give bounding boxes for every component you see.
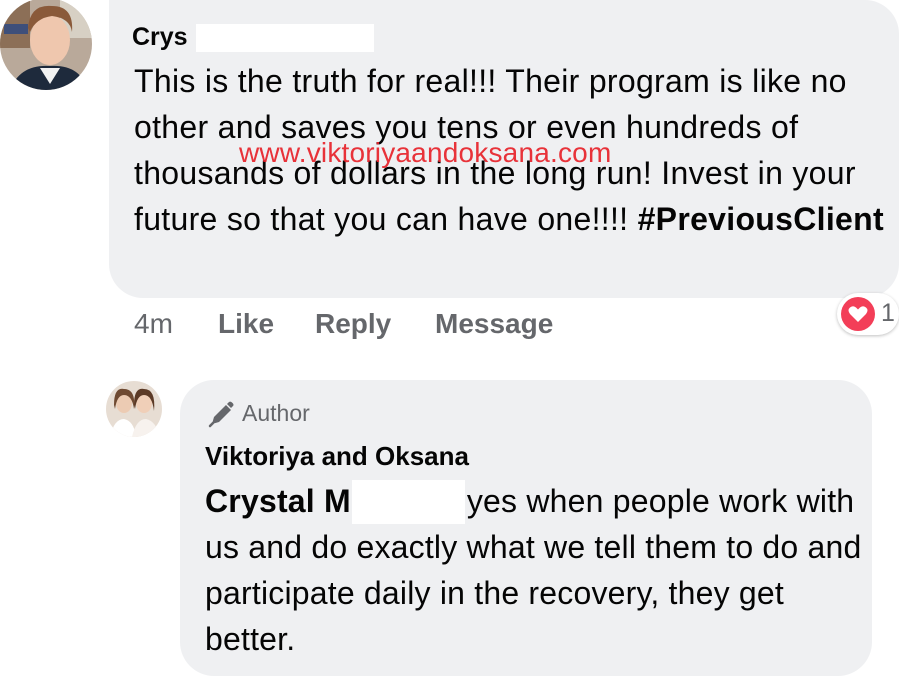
- heart-icon: [841, 297, 875, 331]
- message-button[interactable]: Message: [435, 307, 553, 341]
- reply-author-name[interactable]: Viktoriya and Oksana: [205, 441, 469, 471]
- reply-text: Crystal Myes when people work with us an…: [205, 478, 865, 662]
- commenter-avatar[interactable]: [0, 0, 92, 90]
- comment-timestamp[interactable]: 4m: [134, 307, 173, 341]
- redaction-box: [352, 480, 465, 524]
- mention-link[interactable]: Crystal M: [205, 483, 351, 519]
- reaction-count: 1: [881, 299, 895, 327]
- pencil-icon: [206, 398, 236, 433]
- redaction-box: [196, 24, 374, 52]
- author-badge-label: Author: [242, 400, 310, 426]
- comment-author-name[interactable]: Crys: [132, 22, 188, 52]
- reaction-badge[interactable]: 1: [837, 293, 899, 335]
- like-button[interactable]: Like: [218, 307, 274, 341]
- hashtag-link[interactable]: #PreviousClient: [638, 201, 884, 237]
- reply-author-avatar[interactable]: [106, 381, 162, 437]
- reply-button[interactable]: Reply: [315, 307, 391, 341]
- watermark-url: www.viktoriyaandoksana.com: [239, 137, 612, 168]
